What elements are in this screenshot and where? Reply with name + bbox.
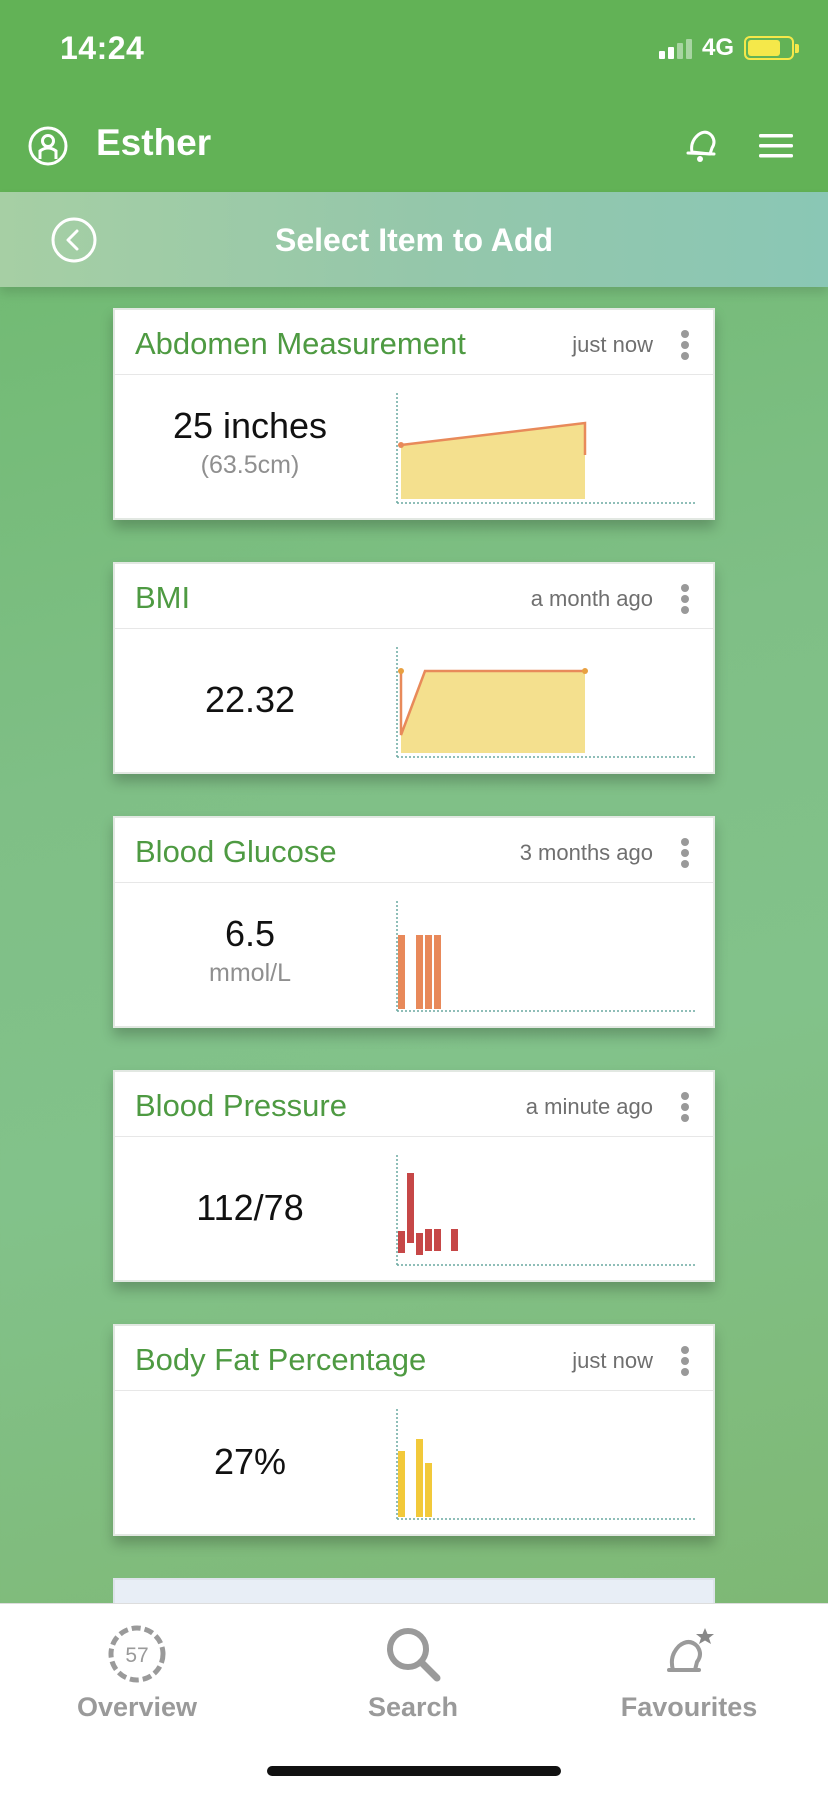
app-header: Esther [0,100,828,192]
value-block: 22.32 [115,679,385,721]
mini-bar-chart [396,1409,695,1521]
card-body-fat-percentage[interactable]: Body Fat Percentage just now 27% [113,1324,715,1536]
hamburger-menu-icon[interactable] [756,126,796,166]
card-body: 25 inches (63.5cm) [115,375,713,521]
tab-label: Search [367,1692,459,1722]
user-profile-icon[interactable] [27,125,69,167]
search-icon [387,1628,441,1682]
subheader: Select Item to Add [0,192,828,287]
more-options-icon[interactable] [681,1346,691,1376]
signal-icon [658,37,692,59]
card-title: Body Fat Percentage [135,1342,427,1377]
value-block: 112/78 [115,1187,385,1229]
mini-area-chart [396,647,695,759]
card-timestamp: a month ago [530,586,653,611]
bottom-tab-bar: 57 Overview Search Favourites [0,1603,828,1793]
tab-label: Favourites [620,1692,758,1722]
user-name[interactable]: Esther [96,122,211,164]
card-timestamp: 3 months ago [519,840,653,865]
status-bar: 14:24 4G [0,0,828,100]
card-timestamp: just now [572,1348,653,1373]
card-timestamp: a minute ago [525,1094,653,1119]
card-bmi[interactable]: BMI a month ago 22.32 [113,562,715,774]
favourites-icon [667,1628,714,1672]
card-value-unit: mmol/L [209,959,291,987]
mini-bar-chart [396,901,695,1013]
more-options-icon[interactable] [681,330,691,360]
card-body: 27% [115,1391,713,1537]
card-body: 6.5 mmol/L [115,883,713,1029]
more-options-icon[interactable] [681,838,691,868]
status-time: 14:24 [60,30,145,66]
card-header: Blood Pressure a minute ago [115,1072,713,1137]
card-header: Abdomen Measurement just now [115,310,713,375]
home-indicator [267,1766,561,1776]
value-block: 6.5 mmol/L [115,913,385,988]
card-header: Blood Glucose 3 months ago [115,818,713,883]
card-body: 112/78 [115,1137,713,1283]
card-timestamp: just now [572,332,653,357]
more-options-icon[interactable] [681,1092,691,1122]
status-indicators: 4G [658,34,799,62]
mini-area-chart [396,393,695,505]
card-value: 112/78 [196,1187,304,1228]
card-blood-glucose[interactable]: Blood Glucose 3 months ago 6.5 mmol/L [113,816,715,1028]
card-value: 6.5 [224,913,276,954]
card-title: BMI [135,580,191,615]
card-value-unit: (63.5cm) [200,451,300,479]
card-header: Body Fat Percentage just now [115,1326,713,1391]
overview-badge: 57 [125,1644,148,1667]
card-title: Blood Glucose [135,834,337,869]
value-block: 27% [115,1441,385,1483]
card-value: 27% [213,1441,287,1482]
tab-label: Overview [76,1692,198,1722]
card-blood-pressure[interactable]: Blood Pressure a minute ago 112/78 [113,1070,715,1282]
mini-bar-chart [396,1155,695,1267]
card-title: Abdomen Measurement [135,326,466,361]
card-body: 22.32 [115,629,713,775]
card-abdomen-measurement[interactable]: Abdomen Measurement just now 25 inches (… [113,308,715,520]
value-block: 25 inches (63.5cm) [115,405,385,480]
more-options-icon[interactable] [681,584,691,614]
page-title: Select Item to Add [275,222,553,258]
notification-bell-icon[interactable] [678,122,724,168]
tab-favourites[interactable]: Favourites [589,1622,789,1723]
tab-overview[interactable]: 57 Overview [37,1622,237,1723]
card-title: Blood Pressure [135,1088,347,1123]
card-value: 25 inches [172,405,328,446]
network-label: 4G [701,34,734,61]
card-header: BMI a month ago [115,564,713,629]
battery-icon [744,36,799,60]
tab-search[interactable]: Search [313,1622,513,1723]
card-value: 22.32 [204,679,296,720]
overview-gauge-icon: 57 [108,1625,166,1683]
